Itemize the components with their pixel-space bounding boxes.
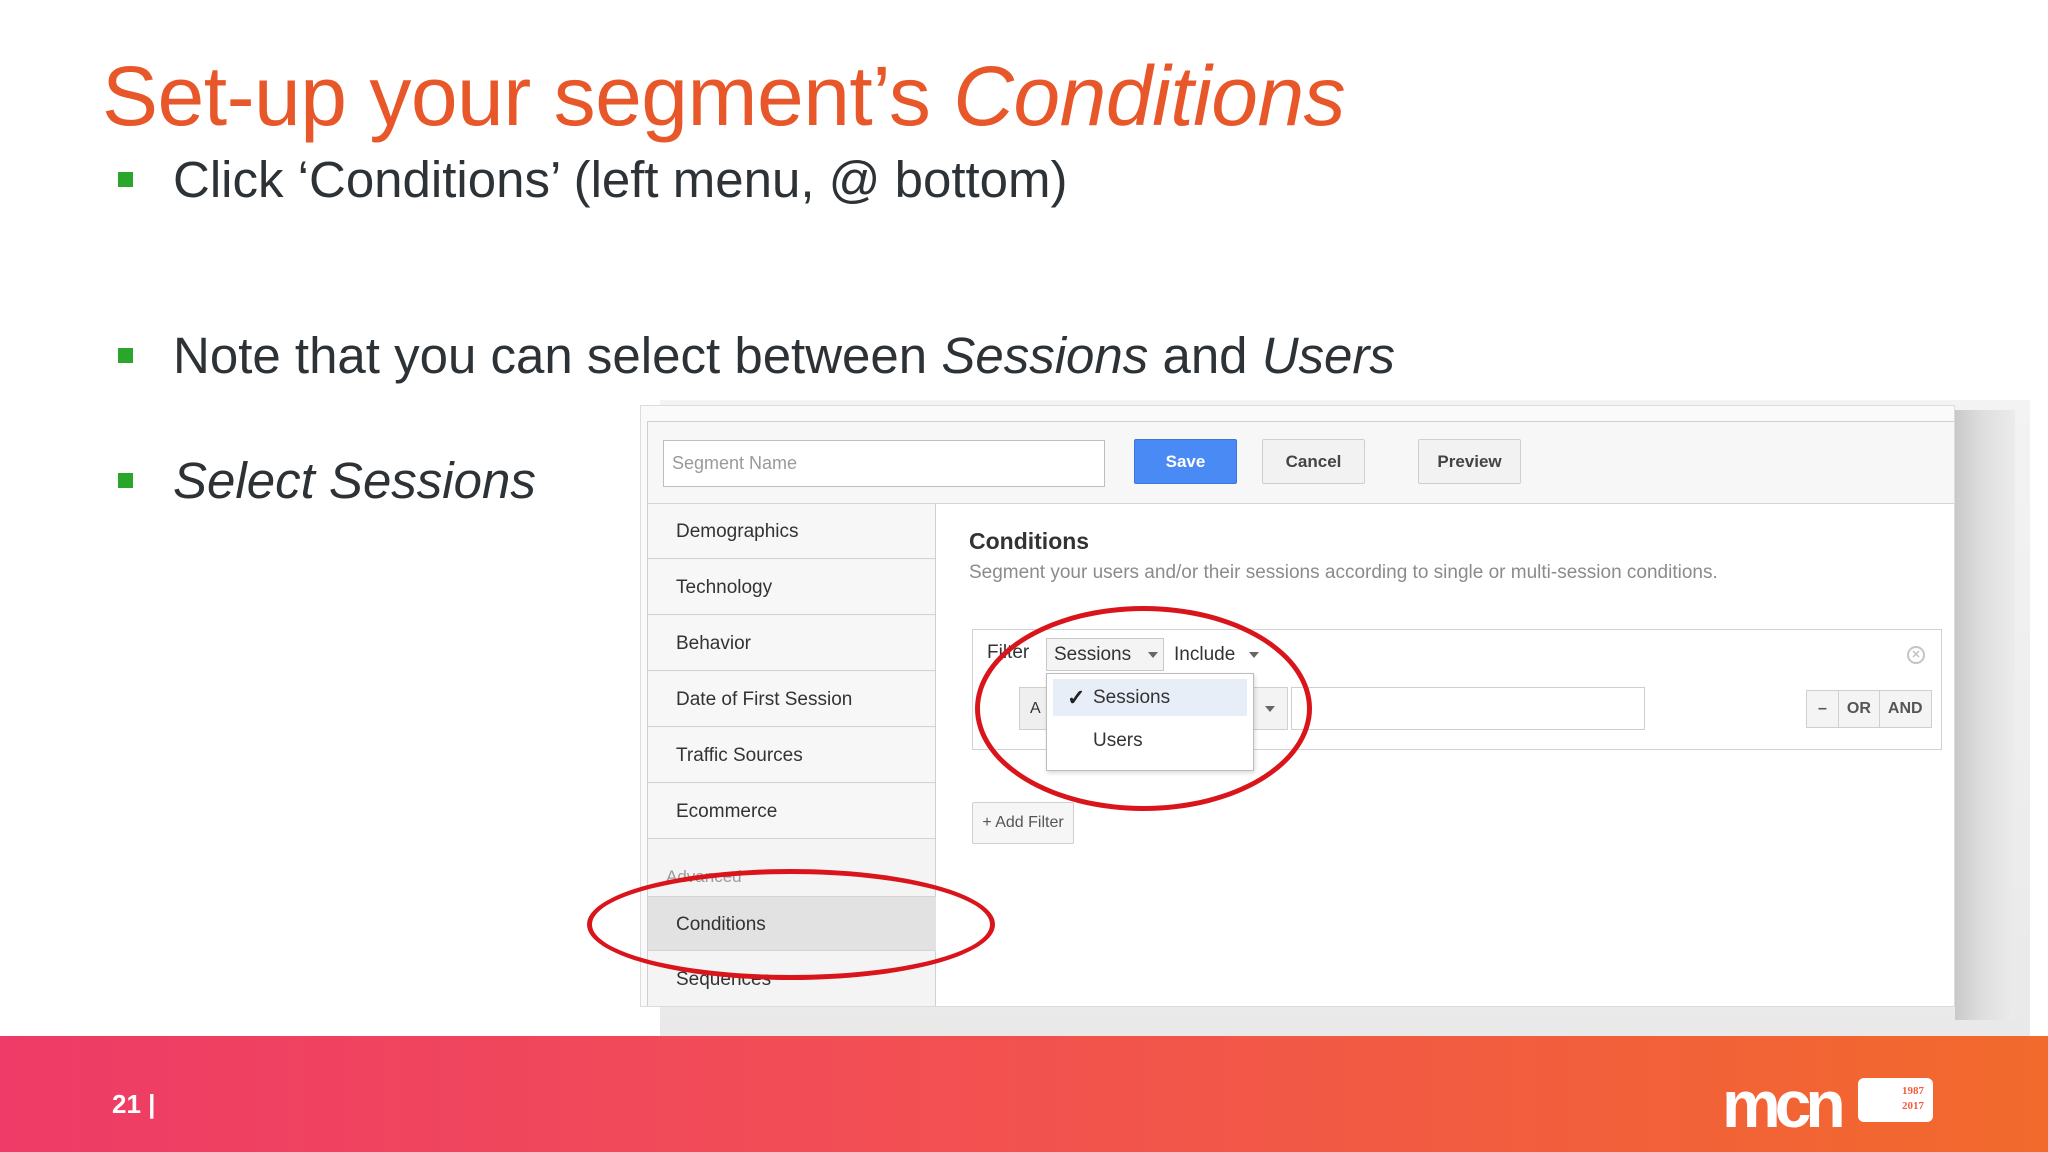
callout-ellipse-conditions xyxy=(587,869,995,980)
nav-item-traffic-sources[interactable]: Traffic Sources xyxy=(648,728,935,783)
bullet-2-italic-2: Users xyxy=(1261,327,1395,384)
slide-title-plain: Set-up your segment’s xyxy=(102,49,931,143)
preview-button[interactable]: Preview xyxy=(1418,439,1521,484)
logo-tag-line-2: 2017 xyxy=(1902,1100,1924,1112)
bullet-1-text: Click ‘Conditions’ (left menu, @ bottom) xyxy=(173,151,1068,208)
slide-title: Set-up your segment’s Conditions xyxy=(102,48,1346,145)
callout-ellipse-dropdown xyxy=(975,606,1312,811)
bullet-3-italic: Sessions xyxy=(328,452,536,509)
nav-item-technology[interactable]: Technology xyxy=(648,560,935,615)
bullet-3-plain: Select xyxy=(173,452,315,509)
bullet-1: Click ‘Conditions’ (left menu, @ bottom) xyxy=(118,150,1068,209)
screenshot-shadow-edge xyxy=(1955,410,2015,1020)
save-button[interactable]: Save xyxy=(1134,439,1237,484)
remove-condition-button[interactable]: – xyxy=(1807,691,1838,727)
conditions-subtitle: Segment your users and/or their sessions… xyxy=(969,562,1718,583)
bullet-marker xyxy=(118,473,133,488)
bullet-3: Select Sessions xyxy=(118,451,536,510)
bullet-2-middle: and xyxy=(1162,327,1248,384)
cancel-button[interactable]: Cancel xyxy=(1262,439,1365,484)
page-number: 21 | xyxy=(112,1089,156,1119)
segment-name-input[interactable]: Segment Name xyxy=(663,440,1105,487)
bullet-2: Note that you can select between Session… xyxy=(118,326,1395,385)
or-button[interactable]: OR xyxy=(1837,691,1879,727)
bullet-2-before: Note that you can select between xyxy=(173,327,928,384)
bullet-marker xyxy=(118,172,133,187)
slide-footer: 21 | mcn 1987 2017 xyxy=(0,1036,2048,1152)
add-filter-button[interactable]: + Add Filter xyxy=(972,802,1074,844)
nav-item-demographics[interactable]: Demographics xyxy=(648,504,935,559)
close-icon[interactable]: ✕ xyxy=(1907,646,1925,664)
segment-toolbar: Segment Name Save Cancel Preview xyxy=(648,422,1954,504)
bullet-marker xyxy=(118,348,133,363)
nav-item-behavior[interactable]: Behavior xyxy=(648,616,935,671)
condition-buttons: – OR AND xyxy=(1806,690,1932,728)
conditions-title: Conditions xyxy=(969,528,1090,554)
bullet-2-italic-1: Sessions xyxy=(941,327,1149,384)
logo-tag: 1987 2017 xyxy=(1858,1078,1933,1122)
mcn-logo: mcn xyxy=(1722,1067,1846,1141)
nav-item-ecommerce[interactable]: Ecommerce xyxy=(648,784,935,839)
and-button[interactable]: AND xyxy=(1878,691,1931,727)
slide-title-italic: Conditions xyxy=(953,49,1346,143)
logo-tag-line-1: 1987 xyxy=(1902,1085,1924,1097)
condition-value-input[interactable] xyxy=(1291,687,1645,730)
nav-item-date-of-first-session[interactable]: Date of First Session xyxy=(648,672,935,727)
